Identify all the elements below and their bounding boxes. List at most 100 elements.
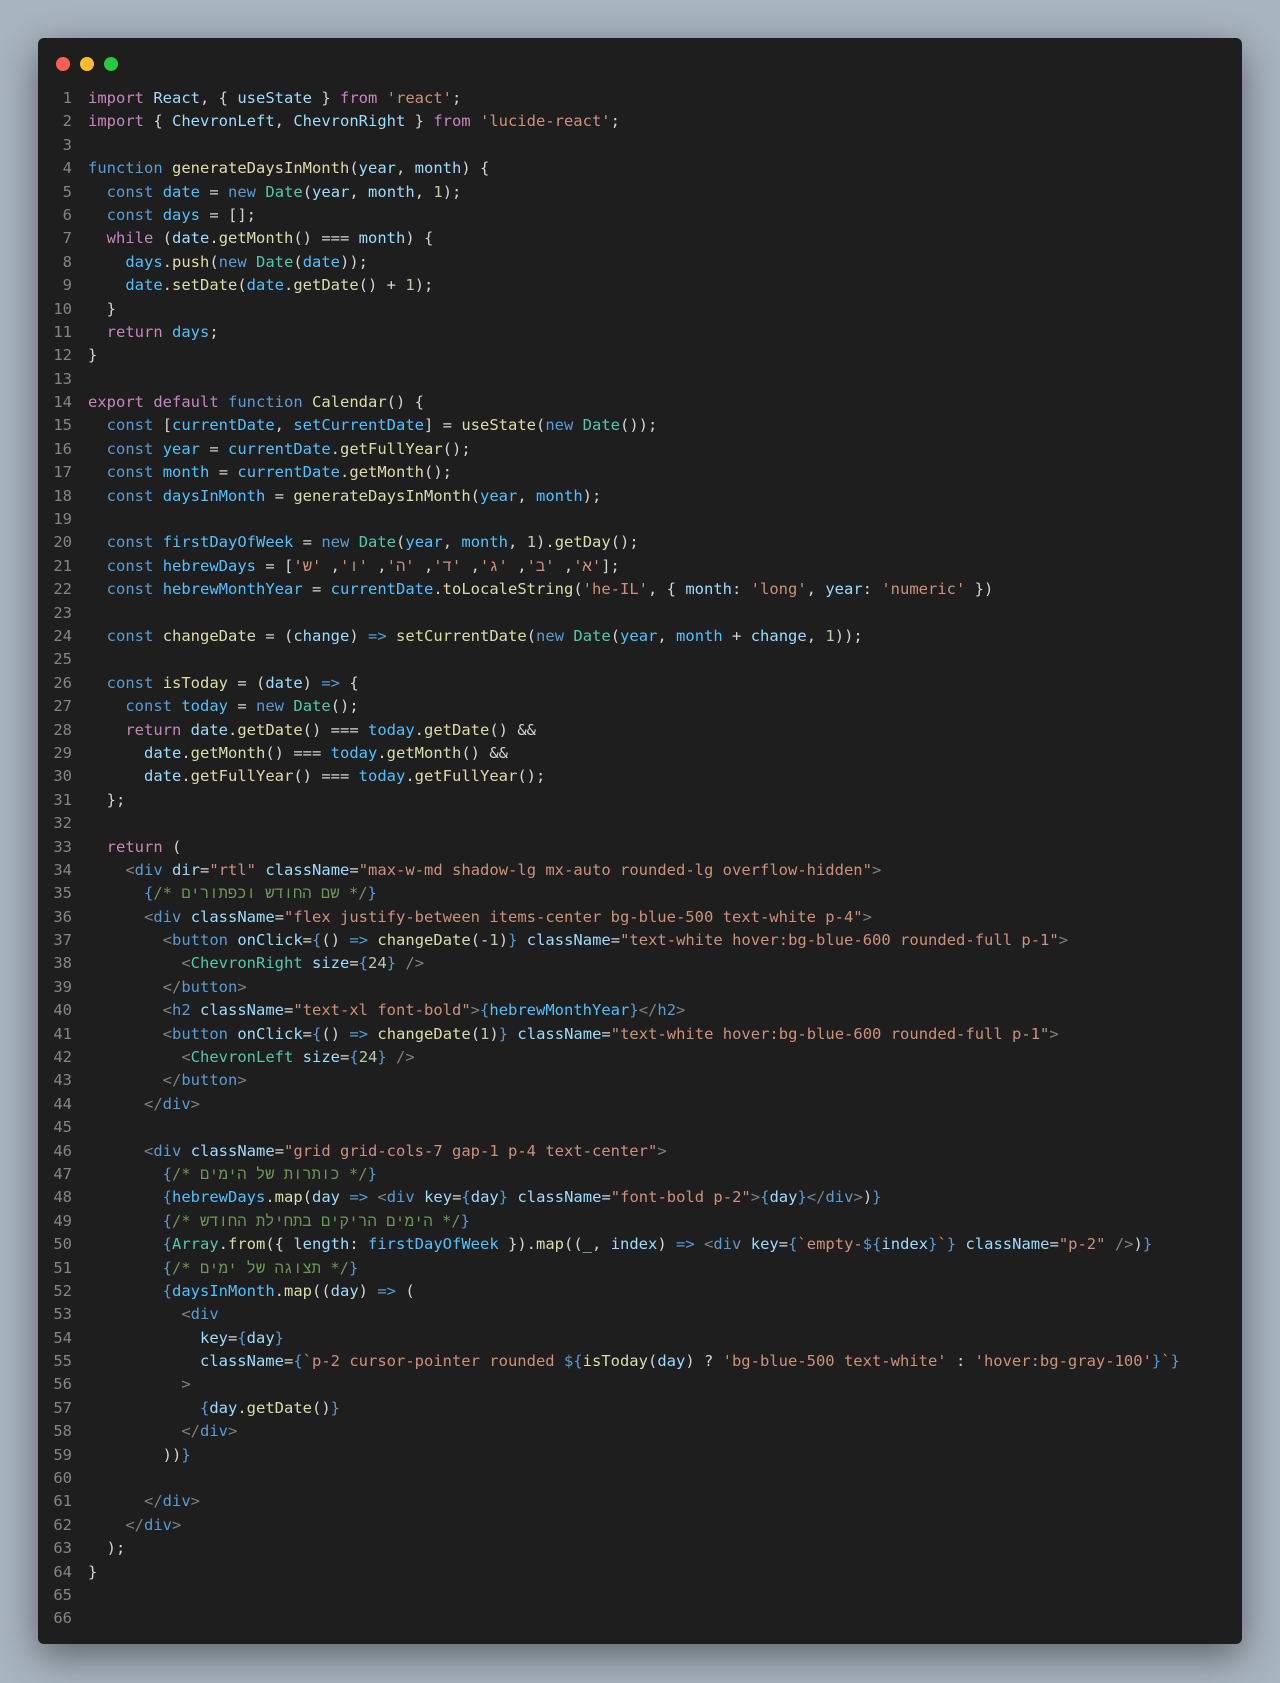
line-number: 62 <box>53 1515 72 1534</box>
code-token: . <box>414 720 425 739</box>
code-token: month <box>414 159 462 178</box>
code-token: React <box>153 89 201 107</box>
line-number: 64 <box>53 1562 72 1581</box>
code-area[interactable]: 1 import React, { useState } from 'react'… <box>38 87 1242 1644</box>
code-line: 39 </button> <box>38 976 1242 999</box>
line-code: } <box>88 1561 97 1584</box>
code-token: = <box>228 697 257 716</box>
code-token: } <box>274 1328 285 1347</box>
code-token: return <box>106 322 163 341</box>
code-token: 'ג' <box>479 556 508 575</box>
line-number: 44 <box>53 1094 72 1113</box>
code-line: 52 {daysInMonth.map((day) => ( <box>38 1280 1242 1303</box>
close-window-button[interactable] <box>56 57 70 71</box>
line-number: 22 <box>53 580 72 599</box>
line-code: <button onClick={() => changeDate(-1)} c… <box>88 929 1068 952</box>
code-token: , <box>806 626 826 645</box>
code-token: currentDate <box>172 416 275 435</box>
code-token: return <box>106 837 163 856</box>
code-line: 21 const hebrewDays = ['א', 'ב', 'ג', 'ד… <box>38 555 1242 578</box>
code-token: Date <box>582 416 620 435</box>
code-token: daysInMonth <box>172 1281 275 1300</box>
line-number: 59 <box>53 1445 72 1464</box>
maximize-window-button[interactable] <box>104 57 118 71</box>
code-token: () === <box>293 767 359 786</box>
code-token: } <box>88 1562 98 1581</box>
code-token: div <box>153 907 182 926</box>
code-token: = []; <box>200 205 257 224</box>
code-token: new <box>228 182 257 201</box>
code-token: () { <box>386 393 424 412</box>
line-number: 12 <box>53 346 72 365</box>
line-number: 45 <box>53 1118 72 1137</box>
code-token: date <box>246 276 284 295</box>
code-token: . <box>162 276 172 295</box>
line-code: } <box>88 344 97 367</box>
code-token: div <box>153 1141 182 1160</box>
code-token: } <box>1170 1352 1180 1371</box>
code-token: isToday <box>582 1352 648 1371</box>
line-number: 5 <box>62 182 72 201</box>
code-token: = <box>274 1141 285 1160</box>
code-token: ` <box>1161 1352 1171 1371</box>
code-token: ( <box>162 837 182 856</box>
code-token: month <box>676 626 723 645</box>
line-code: {/* הימים הריקים בתחילת החודש */} <box>88 1210 470 1233</box>
code-token: date <box>190 720 228 739</box>
code-line: 60 <box>38 1467 1242 1490</box>
code-token: const <box>106 486 154 505</box>
code-token: useState <box>461 416 536 435</box>
line-number: 63 <box>53 1539 72 1558</box>
code-token: . <box>274 1281 284 1300</box>
code-token: date <box>125 276 163 295</box>
code-line: 42 <ChevronLeft size={24} /> <box>38 1046 1242 1069</box>
code-token: isToday <box>162 673 229 692</box>
line-number: 15 <box>53 416 72 435</box>
code-token: = <box>227 1328 238 1347</box>
code-token: () + <box>358 276 406 295</box>
minimize-window-button[interactable] <box>80 57 94 71</box>
code-token: } <box>872 1188 882 1207</box>
line-number: 33 <box>53 837 72 856</box>
line-number: 51 <box>53 1258 72 1277</box>
code-token: { <box>312 931 322 950</box>
code-token: today <box>330 743 378 762</box>
code-token: const <box>106 182 154 201</box>
code-token: className <box>199 1352 284 1371</box>
line-number: 24 <box>53 626 72 645</box>
code-line: 65 <box>38 1584 1242 1607</box>
code-token: ` <box>937 1235 947 1254</box>
code-token: ( <box>293 252 303 271</box>
code-token: { <box>162 1258 172 1277</box>
code-token: = <box>274 907 285 926</box>
line-number: 2 <box>62 112 72 131</box>
code-line: 13 <box>38 368 1242 391</box>
code-token: days <box>172 322 210 341</box>
code-token: => <box>676 1235 695 1254</box>
line-number: 16 <box>53 439 72 458</box>
line-number: 65 <box>53 1586 72 1604</box>
code-token: /* שם החודש וכפתורים */ <box>153 884 368 903</box>
code-token: } <box>377 1048 387 1067</box>
code-token: "text-white hover:bg-blue-600 rounded-fu… <box>610 1024 1050 1043</box>
code-token: key <box>750 1235 779 1254</box>
code-token: 1 <box>405 276 415 295</box>
code-line: 50 {Array.from({ length: firstDayOfWeek … <box>38 1233 1242 1256</box>
code-token: hebrewMonthYear <box>162 580 303 599</box>
code-token: ; <box>209 322 219 341</box>
code-token: ${ <box>563 1352 583 1371</box>
code-line: 25 <box>38 648 1242 671</box>
code-token: new <box>545 416 574 435</box>
